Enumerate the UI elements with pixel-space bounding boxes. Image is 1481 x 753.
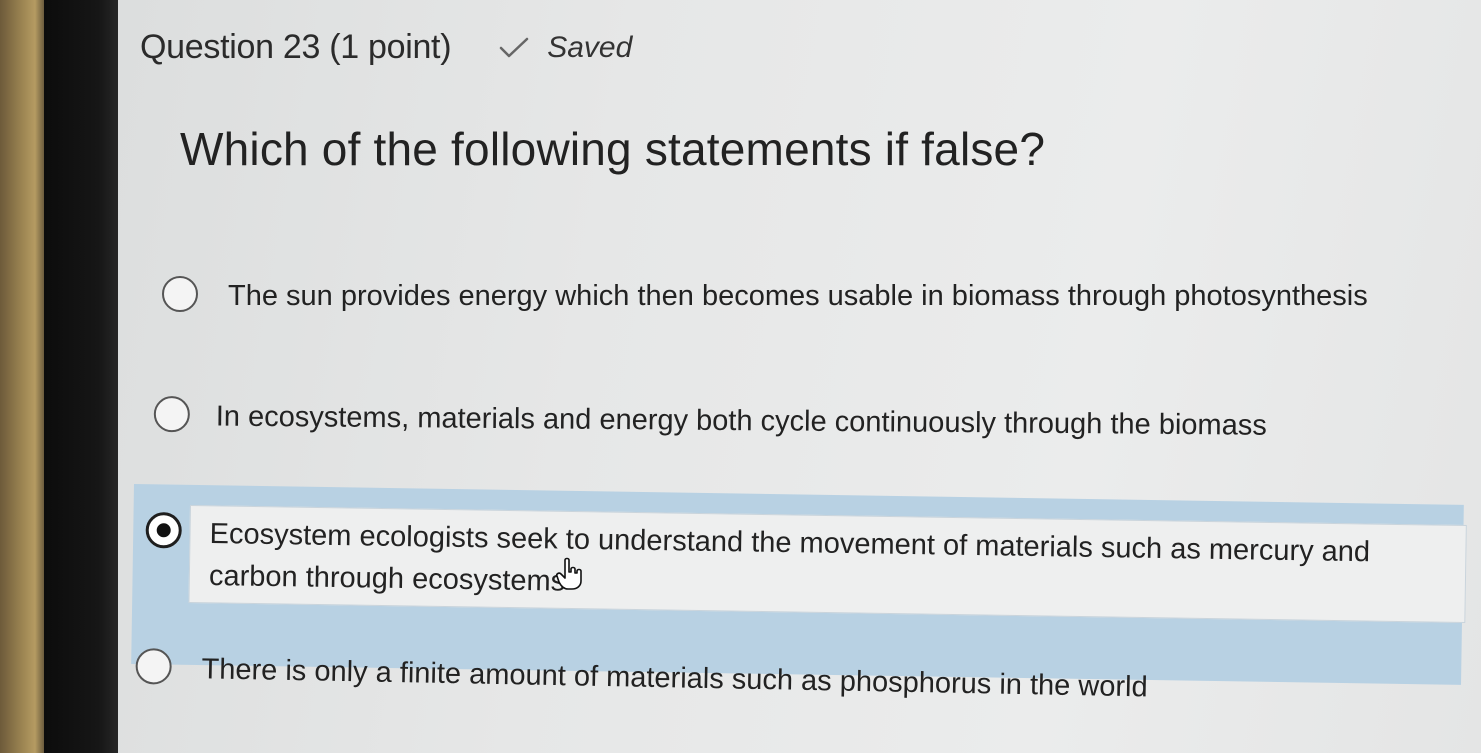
question-prompt: Which of the following statements if fal… [180, 123, 1046, 175]
saved-label: Saved [547, 30, 633, 64]
saved-status: Saved [499, 31, 632, 65]
checkmark-icon [499, 37, 529, 57]
question-title: Question 23 (1 point) [140, 28, 452, 66]
radio-button[interactable] [162, 276, 198, 312]
radio-button[interactable] [135, 648, 172, 685]
monitor-bezel [44, 0, 122, 753]
answer-option-label-line2: carbon through ecosystems [208, 559, 566, 598]
monitor-bezel-edge [0, 0, 50, 753]
radio-button-selected[interactable] [145, 512, 182, 549]
answer-option-label: The sun provides energy which then becom… [228, 280, 1368, 312]
radio-selected-dot [156, 523, 171, 538]
question-header: Question 23 (1 point) Saved [140, 28, 632, 67]
answer-option-1[interactable]: The sun provides energy which then becom… [162, 276, 1368, 316]
hand-pointer-icon [556, 557, 582, 590]
radio-button[interactable] [153, 396, 190, 433]
